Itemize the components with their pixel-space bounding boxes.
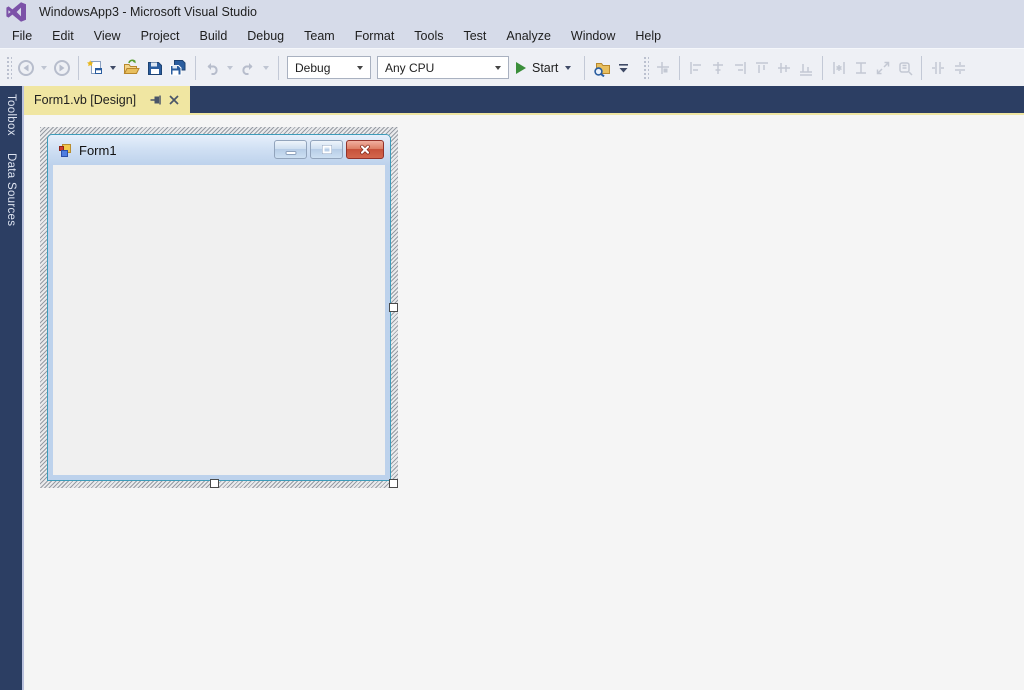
toolbar-separator bbox=[679, 55, 681, 80]
start-label: Start bbox=[532, 60, 559, 75]
sidebar-item-data-sources[interactable]: Data Sources bbox=[5, 153, 17, 226]
menu-team[interactable]: Team bbox=[294, 25, 345, 47]
close-icon[interactable] bbox=[166, 92, 182, 108]
platform-value: Any CPU bbox=[385, 60, 435, 75]
save-icon[interactable] bbox=[144, 55, 166, 81]
new-project-dropdown-icon[interactable] bbox=[110, 65, 116, 70]
menu-debug[interactable]: Debug bbox=[237, 25, 294, 47]
resize-handle-bottom-right[interactable] bbox=[389, 479, 398, 488]
save-all-icon[interactable] bbox=[166, 55, 190, 81]
sidebar-item-toolbox[interactable]: Toolbox bbox=[5, 94, 17, 136]
solution-platform-dropdown[interactable]: Any CPU bbox=[377, 56, 509, 79]
form-icon bbox=[57, 142, 73, 158]
tab-form1-design[interactable]: Form1.vb [Design] bbox=[24, 86, 191, 113]
form-designer-window[interactable]: Form1 bbox=[47, 134, 391, 481]
toolbar-separator bbox=[822, 55, 824, 80]
pin-icon[interactable] bbox=[148, 92, 164, 108]
undo-dropdown-icon[interactable] bbox=[227, 65, 233, 70]
back-dropdown-icon[interactable] bbox=[41, 65, 47, 70]
standard-toolbar: Debug Any CPU Start bbox=[0, 48, 1024, 86]
align-lefts-icon[interactable] bbox=[685, 56, 707, 80]
window-titlebar: WindowsApp3 - Microsoft Visual Studio bbox=[0, 0, 1024, 23]
start-debugging-button[interactable]: Start bbox=[512, 55, 579, 81]
close-icon[interactable] bbox=[346, 140, 384, 159]
menu-build[interactable]: Build bbox=[189, 25, 237, 47]
align-rights-icon[interactable] bbox=[729, 56, 751, 80]
align-centers-icon[interactable] bbox=[707, 56, 729, 80]
solution-configuration-dropdown[interactable]: Debug bbox=[287, 56, 371, 79]
menu-project[interactable]: Project bbox=[131, 25, 190, 47]
menu-file[interactable]: File bbox=[2, 25, 42, 47]
form-title: Form1 bbox=[79, 142, 117, 158]
chevron-down-icon bbox=[357, 66, 363, 70]
vertical-spacing-icon[interactable] bbox=[949, 56, 971, 80]
align-middles-icon[interactable] bbox=[773, 56, 795, 80]
open-file-icon[interactable] bbox=[120, 55, 144, 81]
form-client-area[interactable] bbox=[53, 165, 385, 475]
menu-test[interactable]: Test bbox=[453, 25, 496, 47]
menu-edit[interactable]: Edit bbox=[42, 25, 84, 47]
new-project-icon[interactable] bbox=[84, 55, 106, 81]
toolbar-separator bbox=[921, 55, 923, 80]
toolbar-grip[interactable] bbox=[5, 54, 12, 81]
form-caption-buttons bbox=[274, 140, 384, 159]
toolbar-overflow-icon[interactable] bbox=[614, 55, 634, 81]
menu-help[interactable]: Help bbox=[625, 25, 671, 47]
start-dropdown-icon bbox=[565, 65, 572, 70]
form-selection-border[interactable]: Form1 bbox=[40, 127, 398, 488]
menu-analyze[interactable]: Analyze bbox=[496, 25, 560, 47]
visual-studio-logo-icon bbox=[3, 1, 29, 23]
align-bottoms-icon[interactable] bbox=[795, 56, 817, 80]
solution-explorer-search-icon[interactable] bbox=[590, 55, 614, 81]
horizontal-spacing-icon[interactable] bbox=[927, 56, 949, 80]
document-tab-strip: Form1.vb [Design] bbox=[24, 86, 1024, 115]
toolbar-separator bbox=[584, 55, 586, 80]
undo-icon[interactable] bbox=[201, 55, 223, 81]
toolbar-separator bbox=[278, 55, 279, 80]
resize-handle-bottom[interactable] bbox=[210, 479, 219, 488]
size-to-grid-icon[interactable] bbox=[894, 56, 916, 80]
toolbar-separator bbox=[195, 55, 196, 80]
make-same-width-icon[interactable] bbox=[828, 56, 850, 80]
form-titlebar: Form1 bbox=[48, 135, 390, 165]
play-icon bbox=[516, 61, 526, 74]
chevron-down-icon bbox=[495, 66, 501, 70]
menu-format[interactable]: Format bbox=[345, 25, 405, 47]
back-icon[interactable] bbox=[15, 55, 37, 81]
menu-window[interactable]: Window bbox=[561, 25, 625, 47]
configuration-value: Debug bbox=[295, 60, 331, 75]
left-dock-strip: Toolbox Data Sources bbox=[0, 86, 24, 690]
main-area: Toolbox Data Sources Form1.vb [Design] F… bbox=[0, 86, 1024, 690]
make-same-height-icon[interactable] bbox=[850, 56, 872, 80]
layout-toolbar-grip[interactable] bbox=[642, 54, 650, 81]
redo-dropdown-icon[interactable] bbox=[263, 65, 269, 70]
maximize-icon[interactable] bbox=[310, 140, 343, 159]
menu-tools[interactable]: Tools bbox=[404, 25, 453, 47]
toolbar-separator bbox=[78, 55, 79, 80]
menu-bar: File Edit View Project Build Debug Team … bbox=[0, 23, 1024, 48]
redo-icon[interactable] bbox=[237, 55, 259, 81]
forward-icon[interactable] bbox=[51, 55, 73, 81]
resize-handle-right[interactable] bbox=[389, 303, 398, 312]
tab-label: Form1.vb [Design] bbox=[34, 92, 137, 107]
window-title: WindowsApp3 - Microsoft Visual Studio bbox=[39, 4, 257, 19]
minimize-icon[interactable] bbox=[274, 140, 307, 159]
make-same-size-icon[interactable] bbox=[872, 56, 894, 80]
designer-surface: Form1 bbox=[24, 115, 1024, 690]
align-to-grid-icon[interactable] bbox=[652, 56, 674, 80]
align-tops-icon[interactable] bbox=[751, 56, 773, 80]
menu-view[interactable]: View bbox=[84, 25, 131, 47]
